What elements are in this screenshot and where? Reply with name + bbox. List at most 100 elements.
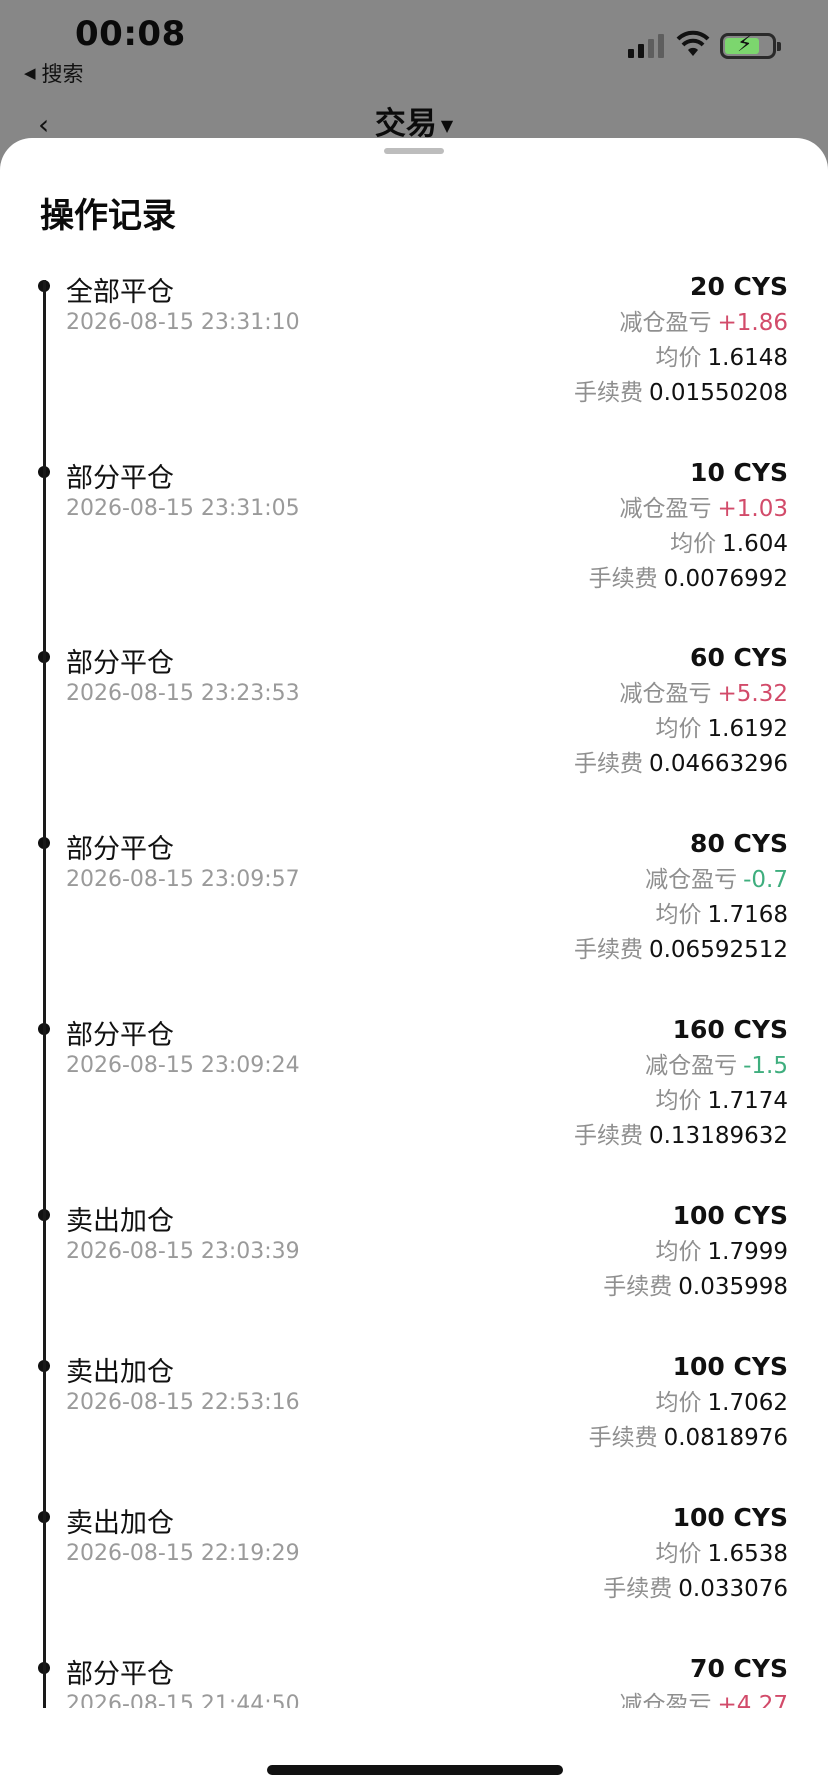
record-avg-price-value: 1.6538 <box>707 1541 788 1567</box>
record-avg-price-label: 均价 <box>655 1541 702 1567</box>
record-fee-value: 0.01550208 <box>648 380 788 406</box>
record-avg-price: 均价 1.7168 <box>574 898 788 933</box>
status-bar: 00:08 ◀ 搜索 ⚡ <box>0 0 828 90</box>
record-avg-price-value: 1.6148 <box>707 345 788 371</box>
record-fee-value: 0.035998 <box>678 1274 788 1300</box>
record-fee-label: 手续费 <box>603 1576 673 1602</box>
record-avg-price-value: 1.604 <box>722 531 788 557</box>
record-type: 卖出加仓 <box>66 1508 174 1539</box>
record-item[interactable]: 部分平仓 2026-08-15 23:23:53 60 CYS 减仓盈亏 +5.32 均价… <box>0 641 828 811</box>
record-avg-price: 均价 1.6538 <box>603 1537 788 1572</box>
record-avg-price-label: 均价 <box>670 531 717 557</box>
record-pnl: 减仓盈亏 -0.7 <box>574 863 788 898</box>
record-time: 2026-08-15 22:19:29 <box>66 1541 300 1566</box>
record-pnl-label: 减仓盈亏 <box>645 867 738 893</box>
record-amount: 160 CYS <box>672 1015 788 1044</box>
record-time: 2026-08-15 23:31:10 <box>66 310 300 335</box>
record-fee-label: 手续费 <box>573 1123 643 1149</box>
record-fee-label: 手续费 <box>603 1274 673 1300</box>
record-pnl-value: +1.03 <box>717 496 788 522</box>
record-time: 2026-08-15 23:09:24 <box>66 1053 300 1078</box>
record-amount: 10 CYS <box>690 458 788 487</box>
record-details: 100 CYS 均价 1.7062 手续费 0.0818976 <box>589 1350 788 1456</box>
record-amount: 100 CYS <box>672 1201 788 1230</box>
record-fee: 手续费 0.13189632 <box>574 1119 788 1154</box>
record-avg-price-label: 均价 <box>655 1239 702 1265</box>
record-pnl-value: +5.32 <box>717 681 788 707</box>
record-item[interactable]: 卖出加仓 2026-08-15 23:03:39 100 CYS 均价 1.7999 手续… <box>0 1199 828 1369</box>
record-fee-value: 0.13189632 <box>648 1123 788 1149</box>
record-type: 部分平仓 <box>66 834 174 865</box>
battery-icon: ⚡ <box>720 32 781 59</box>
record-fee-value: 0.04663296 <box>648 751 788 777</box>
record-details: 100 CYS 均价 1.6538 手续费 0.033076 <box>603 1501 788 1607</box>
record-avg-price: 均价 1.6192 <box>574 712 788 747</box>
record-type: 部分平仓 <box>66 648 174 679</box>
record-type: 部分平仓 <box>66 463 174 494</box>
record-pnl-label: 减仓盈亏 <box>619 310 712 336</box>
record-item[interactable]: 部分平仓 2026-08-15 23:09:57 80 CYS 减仓盈亏 -0.7 均价 1… <box>0 827 828 997</box>
record-avg-price-label: 均价 <box>655 1088 702 1114</box>
record-avg-price-label: 均价 <box>655 1390 702 1416</box>
record-avg-price-value: 1.7062 <box>707 1390 788 1416</box>
record-avg-price-value: 1.7999 <box>707 1239 788 1265</box>
record-item[interactable]: 卖出加仓 2026-08-15 22:53:16 100 CYS 均价 1.7062 手续… <box>0 1350 828 1520</box>
record-type: 卖出加仓 <box>66 1357 174 1388</box>
cellular-signal-icon <box>628 34 664 58</box>
record-pnl-label: 减仓盈亏 <box>619 496 712 522</box>
record-details: 20 CYS 减仓盈亏 +1.86 均价 1.6148 手续费 0.01550208 <box>574 270 788 411</box>
records-list[interactable]: 全部平仓 2026-08-15 23:31:10 20 CYS 减仓盈亏 +1.86 均价… <box>0 270 828 1792</box>
timeline-line <box>43 280 46 1792</box>
nav-title[interactable]: 交易 ▼ <box>0 98 828 143</box>
record-fee: 手续费 0.033076 <box>603 1572 788 1607</box>
home-indicator[interactable] <box>267 1765 563 1775</box>
record-amount: 20 CYS <box>690 272 788 301</box>
record-avg-price-label: 均价 <box>655 716 702 742</box>
record-pnl-value: -0.7 <box>743 867 788 893</box>
record-type: 部分平仓 <box>66 1659 174 1690</box>
sheet-grabber[interactable] <box>384 148 444 154</box>
record-item[interactable]: 全部平仓 2026-08-15 23:31:10 20 CYS 减仓盈亏 +1.86 均价… <box>0 270 828 440</box>
record-avg-price: 均价 1.7999 <box>603 1235 788 1270</box>
record-time: 2026-08-15 23:23:53 <box>66 681 300 706</box>
record-fee-label: 手续费 <box>573 751 643 777</box>
charging-bolt-icon: ⚡ <box>737 32 753 57</box>
record-pnl: 减仓盈亏 -1.5 <box>574 1049 788 1084</box>
record-item[interactable]: 部分平仓 2026-08-15 23:09:24 160 CYS 减仓盈亏 -1.5 均价… <box>0 1013 828 1183</box>
record-amount: 80 CYS <box>690 829 788 858</box>
record-pnl: 减仓盈亏 +5.32 <box>574 677 788 712</box>
dropdown-caret-icon: ▼ <box>440 116 454 135</box>
sheet-title: 操作记录 <box>40 196 176 236</box>
record-amount: 60 CYS <box>690 643 788 672</box>
record-pnl-value: +1.86 <box>717 310 788 336</box>
record-details: 80 CYS 减仓盈亏 -0.7 均价 1.7168 手续费 0.06592512 <box>574 827 788 968</box>
record-type: 全部平仓 <box>66 277 174 308</box>
record-fee: 手续费 0.06592512 <box>574 933 788 968</box>
record-details: 100 CYS 均价 1.7999 手续费 0.035998 <box>603 1199 788 1305</box>
back-to-app-link[interactable]: ◀ 搜索 <box>24 58 84 88</box>
record-avg-price: 均价 1.6148 <box>574 341 788 376</box>
record-type: 部分平仓 <box>66 1020 174 1051</box>
record-fee-value: 0.033076 <box>678 1576 788 1602</box>
record-fee: 手续费 0.0818976 <box>589 1421 788 1456</box>
record-fee-label: 手续费 <box>573 380 643 406</box>
record-fee: 手续费 0.0076992 <box>589 562 788 597</box>
status-time: 00:08 <box>75 14 186 54</box>
record-details: 60 CYS 减仓盈亏 +5.32 均价 1.6192 手续费 0.04663296 <box>574 641 788 782</box>
record-avg-price: 均价 1.604 <box>589 527 788 562</box>
record-item[interactable]: 部分平仓 2026-08-15 23:31:05 10 CYS 减仓盈亏 +1.03 均价… <box>0 456 828 626</box>
record-pnl-value: -1.5 <box>743 1053 788 1079</box>
record-pnl: 减仓盈亏 +1.86 <box>574 306 788 341</box>
record-fee-value: 0.0076992 <box>663 566 788 592</box>
record-avg-price-label: 均价 <box>655 902 702 928</box>
record-amount: 100 CYS <box>672 1503 788 1532</box>
record-item[interactable]: 卖出加仓 2026-08-15 22:19:29 100 CYS 均价 1.6538 手续… <box>0 1501 828 1671</box>
record-time: 2026-08-15 22:53:16 <box>66 1390 300 1415</box>
record-type: 卖出加仓 <box>66 1206 174 1237</box>
record-fee: 手续费 0.04663296 <box>574 747 788 782</box>
operation-records-sheet: 操作记录 全部平仓 2026-08-15 23:31:10 20 CYS 减仓盈亏 +1… <box>0 138 828 1792</box>
record-time: 2026-08-15 23:09:57 <box>66 867 300 892</box>
record-fee-value: 0.06592512 <box>648 937 788 963</box>
record-pnl: 减仓盈亏 +1.03 <box>589 492 788 527</box>
record-amount: 70 CYS <box>690 1654 788 1683</box>
